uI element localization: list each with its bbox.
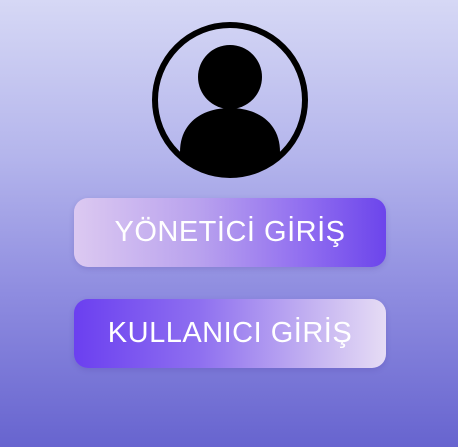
user-avatar-icon <box>152 22 308 178</box>
user-login-label: KULLANICI GİRİŞ <box>107 317 353 349</box>
avatar-head <box>198 45 262 109</box>
admin-login-label: YÖNETİCİ GİRİŞ <box>114 216 346 248</box>
user-login-button[interactable]: KULLANICI GİRİŞ <box>74 299 386 368</box>
admin-login-button[interactable]: YÖNETİCİ GİRİŞ <box>74 198 386 267</box>
